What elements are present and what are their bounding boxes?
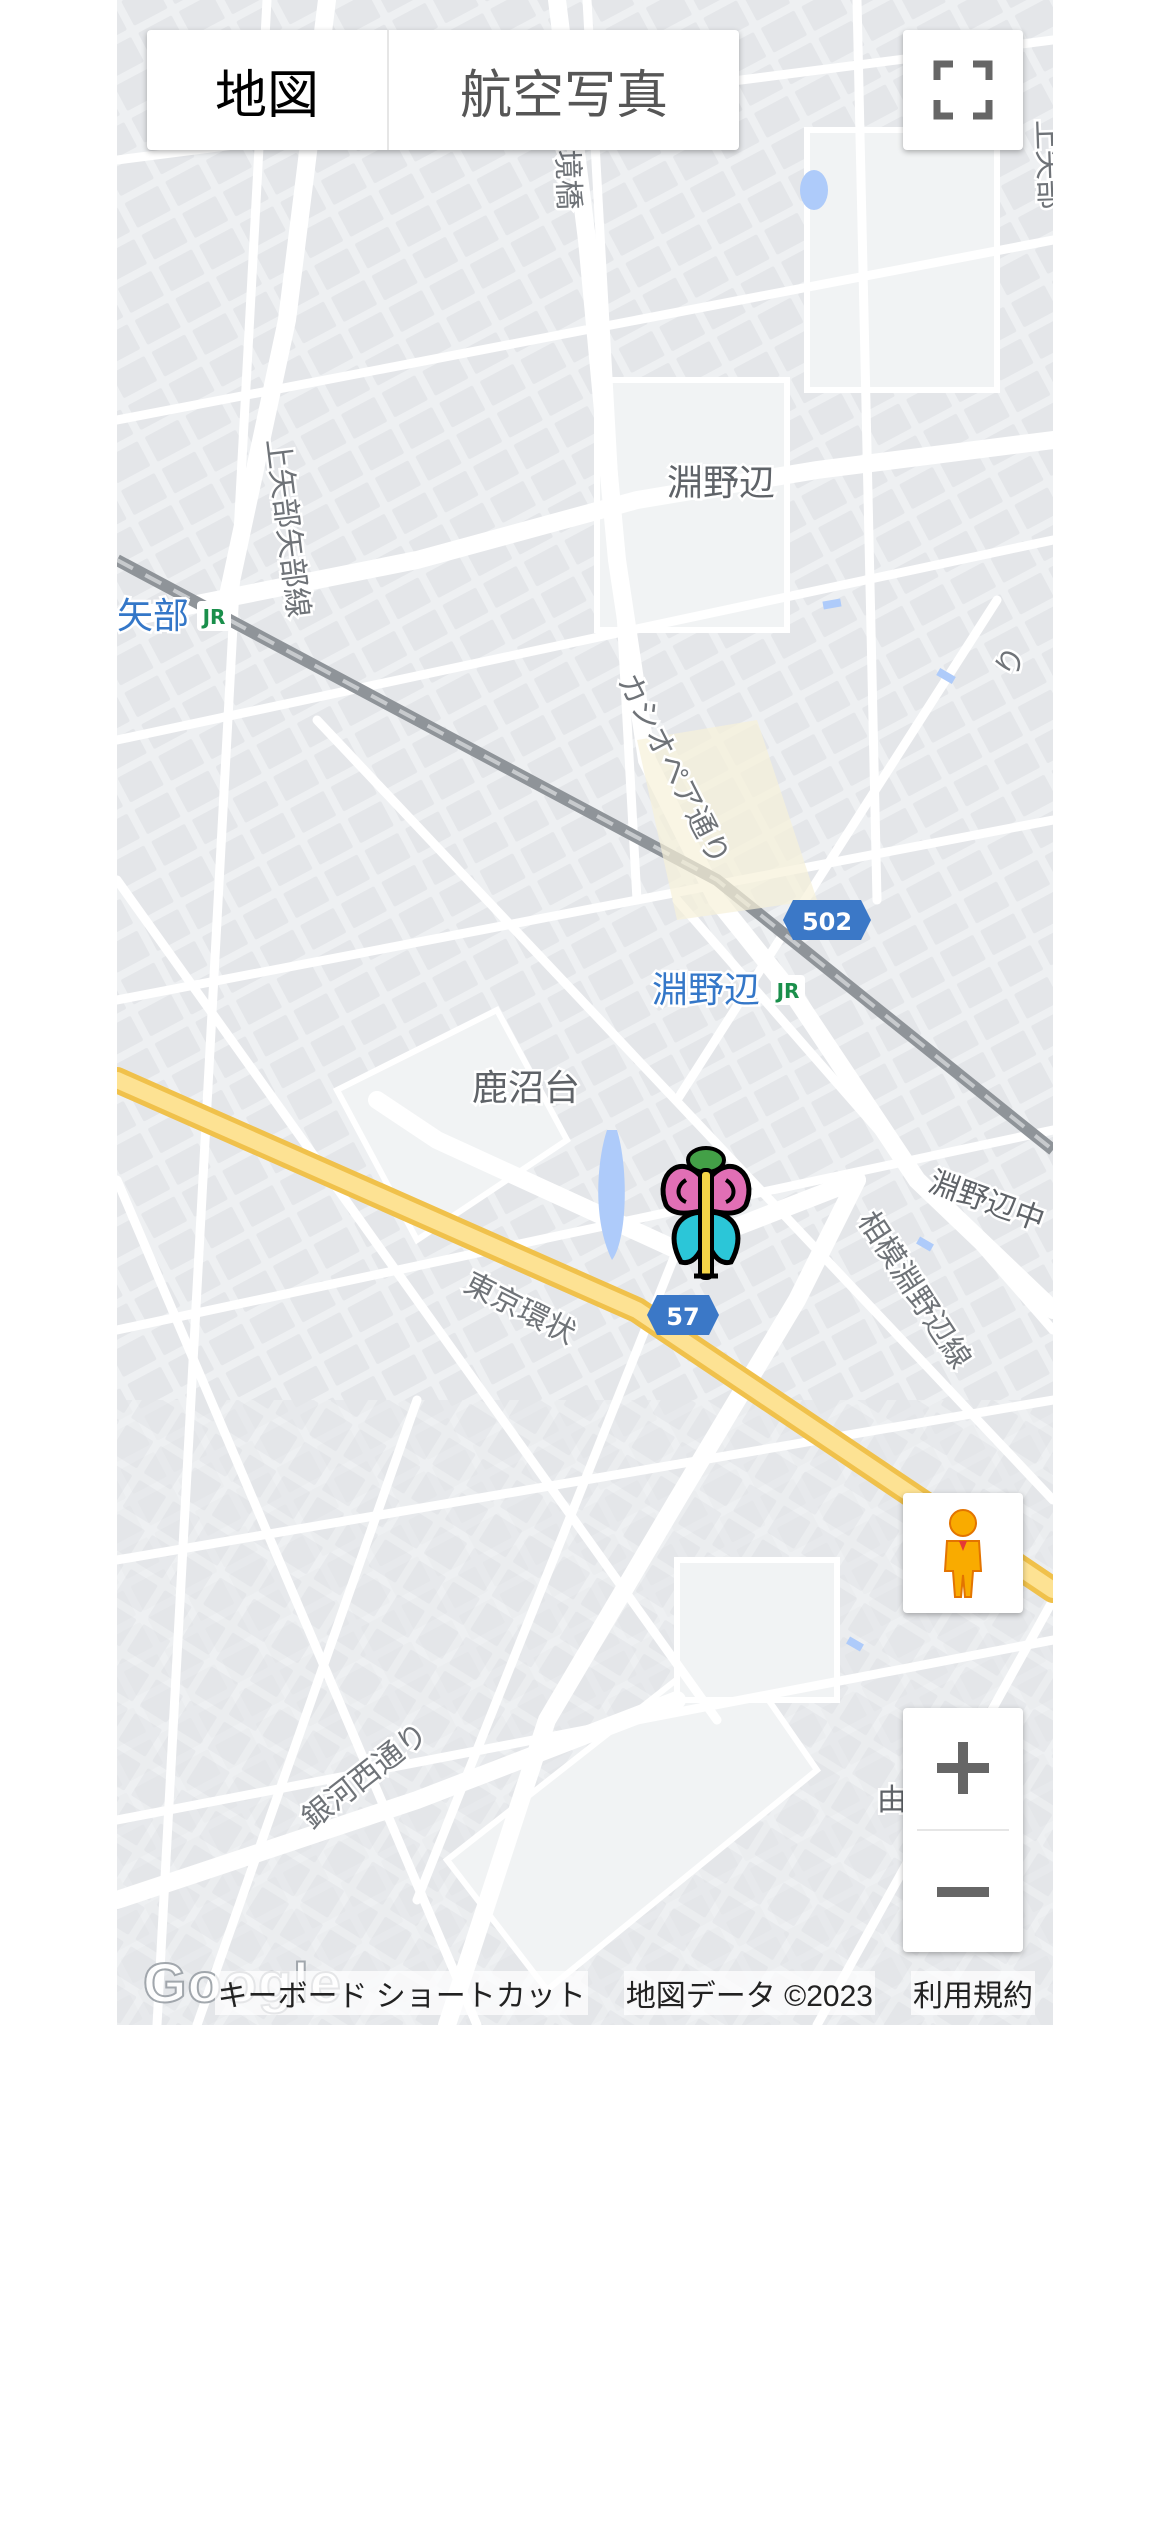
keyboard-shortcuts-link[interactable]: キーボード ショートカット <box>215 1971 588 2015</box>
fullscreen-icon <box>933 60 993 120</box>
area-label-kanumadai: 鹿沼台 <box>472 1068 580 1109</box>
station-label-fuchinobe: 淵野辺 <box>652 970 760 1011</box>
area-label-fuchinobe: 淵野辺 <box>667 463 775 504</box>
route-57-label: 57 <box>666 1303 699 1331</box>
zoom-in-button[interactable] <box>903 1708 1023 1828</box>
jr-mark-fuchinobe: JR <box>775 979 800 1003</box>
fullscreen-button[interactable] <box>903 30 1023 150</box>
street-view-button[interactable] <box>903 1493 1023 1613</box>
station-fuchinobe: 淵野辺 JR <box>650 968 805 1014</box>
zoom-divider <box>917 1829 1009 1831</box>
route-502-label: 502 <box>802 908 852 936</box>
map-canvas[interactable]: 502 57 淵野辺 鹿沼台 淵野辺中 由 上矢部矢部線 境橋 カシオペア通り … <box>117 0 1053 2025</box>
route-shield-57: 57 <box>647 1295 719 1335</box>
map-type-toggle: 地図 航空写真 <box>147 30 739 150</box>
zoom-control <box>903 1708 1023 1952</box>
map-type-map-button[interactable]: 地図 <box>147 30 387 150</box>
jr-mark-yabe: JR <box>201 605 226 629</box>
street-label-sakaibashi: 境橋 <box>549 149 586 210</box>
map-type-satellite-button[interactable]: 航空写真 <box>389 30 739 150</box>
terms-link[interactable]: 利用規約 <box>911 1971 1035 2015</box>
zoom-out-button[interactable] <box>903 1832 1023 1952</box>
pegman-icon <box>943 1509 983 1598</box>
minus-icon <box>937 1887 989 1897</box>
plus-icon <box>937 1742 989 1794</box>
map-data-label: 地図データ ©2023 <box>623 1971 875 2015</box>
street-label-right-top: 上矢部 <box>1029 119 1053 210</box>
station-label-yabe: 矢部 <box>117 596 189 637</box>
route-shield-502: 502 <box>783 900 871 940</box>
station-yabe: 矢部 JR <box>117 594 231 640</box>
attribution-bar: Google キーボード ショートカット 地図データ ©2023 利用規約 <box>117 1950 1053 2025</box>
